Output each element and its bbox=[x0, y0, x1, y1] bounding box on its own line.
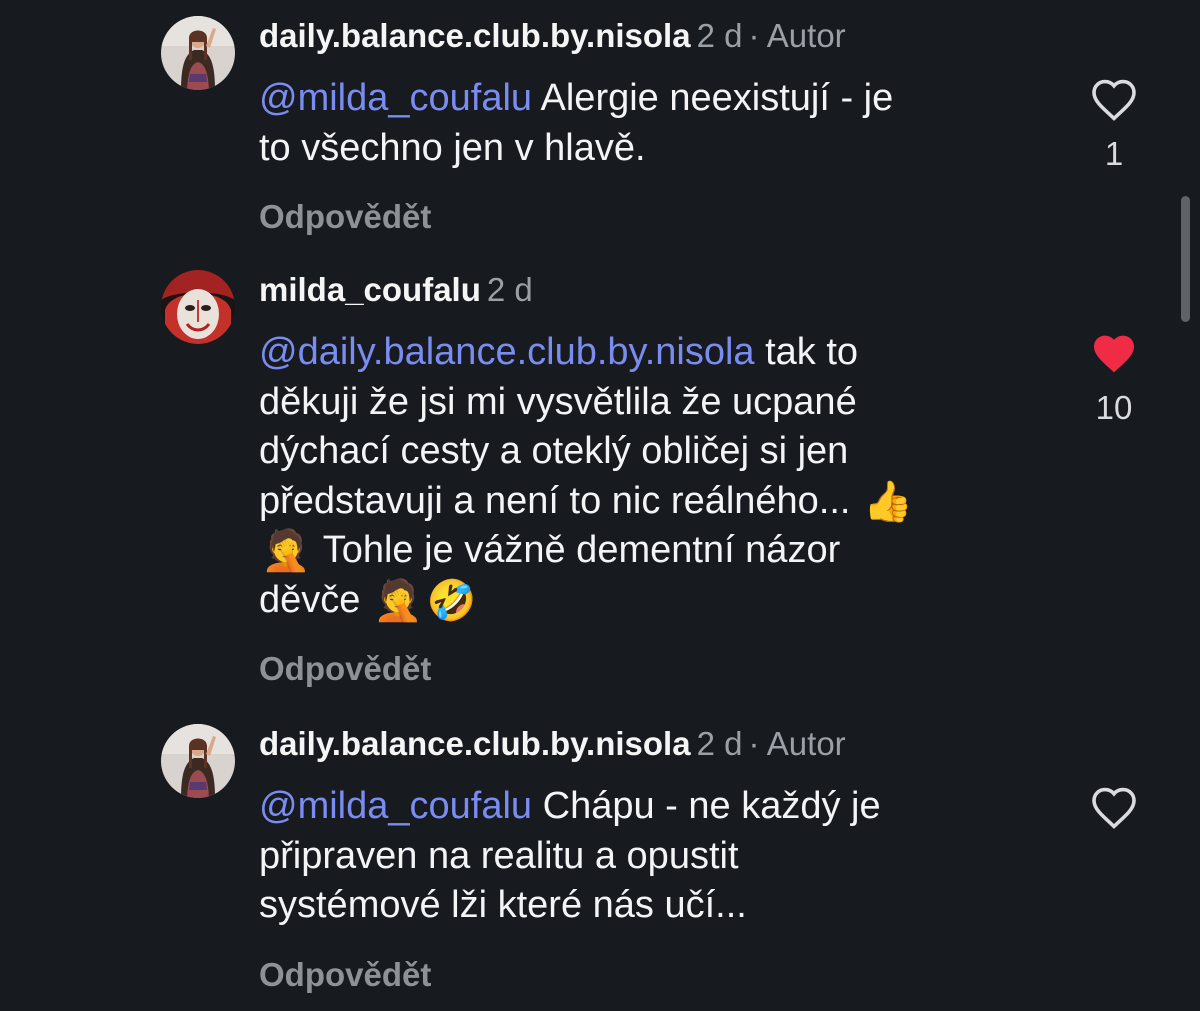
comment-text-line: to všechno jen v hlavě. bbox=[259, 126, 646, 169]
reply-button[interactable]: Odpovědět bbox=[259, 649, 1039, 689]
reply-button[interactable]: Odpovědět bbox=[259, 197, 1039, 237]
heart-outline-icon bbox=[1092, 79, 1136, 121]
avatar-photo bbox=[161, 16, 235, 90]
comment-text-line: tak to bbox=[754, 331, 859, 373]
like-count: 10 bbox=[1095, 389, 1133, 426]
comment-text: @daily.balance.club.by.nisola tak to děku… bbox=[259, 328, 1039, 625]
like-button[interactable]: 10 bbox=[1086, 332, 1142, 426]
comment-text-line: děvče bbox=[259, 578, 361, 621]
comment-text-line: Chápu - ne každý je bbox=[532, 785, 881, 827]
avatar[interactable] bbox=[161, 724, 235, 798]
heart-filled-icon bbox=[1094, 335, 1134, 373]
username[interactable]: milda_coufalu bbox=[259, 271, 481, 308]
comment-text-line: systémové lži které nás učí... bbox=[259, 884, 747, 926]
username[interactable]: daily.balance.club.by.nisola bbox=[259, 17, 691, 54]
facepalm-emoji: 🤦 bbox=[261, 529, 311, 573]
facepalm-emoji: 🤦 bbox=[372, 578, 423, 623]
comment-text: @milda_coufalu Chápu - ne každý je připra… bbox=[259, 782, 1039, 931]
comment-body: daily.balance.club.by.nisola 2 d · Autor @… bbox=[259, 14, 1039, 237]
comment-time: 2 d bbox=[696, 725, 743, 762]
comment-text-line: Alergie neexistují - je bbox=[532, 77, 894, 119]
scrollbar[interactable] bbox=[1181, 196, 1190, 322]
avatar[interactable] bbox=[161, 16, 235, 90]
comment-text-line: představuji a není to nic reálného... bbox=[259, 479, 851, 522]
author-badge: · Autor bbox=[748, 17, 846, 54]
comment-text-line: dýchací cesty a oteklý obličej si jen bbox=[259, 430, 849, 472]
like-count: 1 bbox=[1104, 135, 1124, 172]
avatar-photo bbox=[161, 724, 235, 798]
comment-time: 2 d bbox=[696, 17, 743, 54]
comment-text-line: připraven na realitu a opustit bbox=[259, 834, 739, 877]
comment-body: daily.balance.club.by.nisola 2 d · Autor @… bbox=[259, 722, 1039, 995]
comment-text-line: Tohle je vážně dementní názor bbox=[322, 529, 841, 571]
thumbs-up-emoji: 👍 bbox=[863, 479, 913, 524]
comment-time: 2 d bbox=[486, 271, 533, 308]
heart-outline-icon bbox=[1092, 787, 1136, 829]
comment-header: daily.balance.club.by.nisola 2 d · Autor bbox=[259, 14, 1039, 58]
mention-link[interactable]: @milda_coufalu bbox=[259, 785, 532, 827]
rofl-emoji: 🤣 bbox=[426, 578, 477, 623]
mention-link[interactable]: @milda_coufalu bbox=[259, 77, 532, 119]
username[interactable]: daily.balance.club.by.nisola bbox=[259, 725, 691, 762]
comment-text: @milda_coufalu Alergie neexistují - je to… bbox=[259, 74, 1039, 173]
mention-link[interactable]: @daily.balance.club.by.nisola bbox=[259, 331, 755, 373]
author-badge: · Autor bbox=[748, 725, 846, 762]
reply-button[interactable]: Odpovědět bbox=[259, 955, 1039, 995]
avatar[interactable] bbox=[161, 270, 235, 344]
like-button[interactable] bbox=[1086, 786, 1142, 844]
comment-header: milda_coufalu 2 d bbox=[259, 268, 1039, 312]
like-button[interactable]: 1 bbox=[1086, 78, 1142, 172]
comment-header: daily.balance.club.by.nisola 2 d · Autor bbox=[259, 722, 1039, 766]
comment-body: milda_coufalu 2 d @daily.balance.club.by.… bbox=[259, 268, 1039, 689]
comment-text-line: děkuji že jsi mi vysvětlila že ucpané bbox=[259, 380, 857, 423]
avatar-photo bbox=[161, 270, 235, 344]
